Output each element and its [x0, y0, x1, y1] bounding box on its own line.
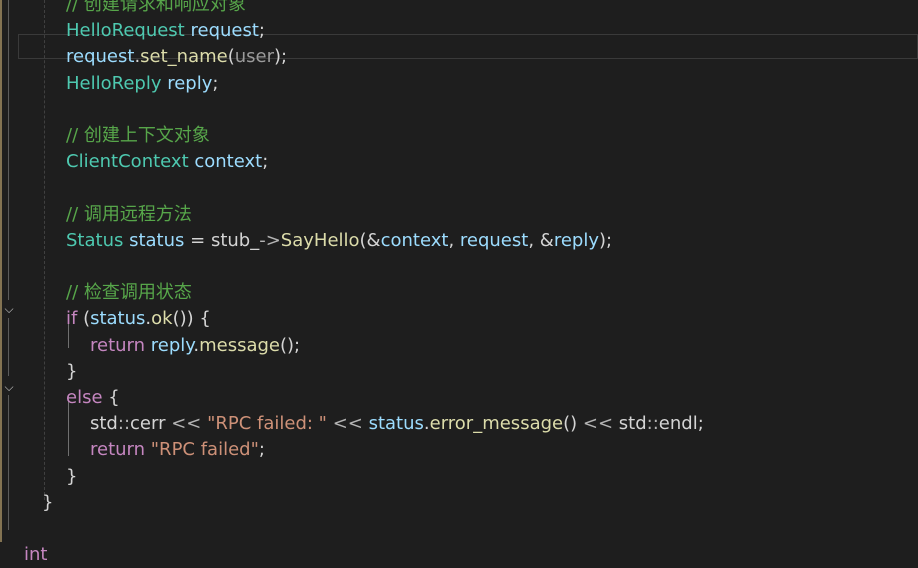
fold-range-line: [8, 395, 9, 530]
code-token: context: [380, 229, 449, 251]
code-token: <<: [577, 413, 619, 435]
code-line[interactable]: }: [66, 359, 77, 385]
code-token: (&: [359, 229, 381, 251]
code-token: }: [66, 360, 78, 382]
code-token: status: [368, 413, 424, 435]
code-token: return: [90, 439, 146, 461]
change-indicator: [0, 0, 2, 542]
code-line[interactable]: return reply.message();: [90, 333, 300, 359]
code-line[interactable]: }: [66, 464, 77, 490]
code-token: status: [129, 229, 185, 251]
code-token: (): [563, 413, 578, 435]
code-token: endl: [658, 413, 698, 435]
code-token: );: [274, 46, 288, 68]
code-token: }: [66, 465, 78, 487]
code-line[interactable]: Status status = stub_->SayHello(&context…: [66, 228, 612, 254]
code-line[interactable]: int: [24, 542, 47, 568]
code-token: if: [66, 308, 78, 330]
code-token: int: [24, 544, 48, 566]
code-token: , &: [528, 229, 554, 251]
fold-range-line: [8, 0, 9, 300]
code-line[interactable]: else {: [66, 385, 120, 411]
code-line[interactable]: // 创建上下文对象: [66, 123, 210, 149]
fold-range-line: [8, 318, 9, 376]
code-token: reply: [553, 229, 599, 251]
code-token: ();: [280, 334, 301, 356]
code-token: request: [459, 229, 529, 251]
code-token: error_message: [429, 413, 564, 435]
code-token: ::: [117, 413, 131, 435]
code-token: stub_: [210, 229, 260, 251]
code-token: else: [66, 387, 103, 408]
code-token: "RPC failed: ": [207, 413, 327, 435]
code-token: (: [227, 46, 235, 68]
code-line[interactable]: return "RPC failed";: [90, 437, 265, 463]
indent-guide: [44, 0, 45, 500]
code-token: ->: [259, 229, 281, 251]
code-token: ;: [212, 72, 219, 94]
code-token: status: [90, 308, 146, 330]
code-token: ClientContext: [66, 151, 189, 173]
code-line[interactable]: if (status.ok()) {: [66, 306, 211, 332]
code-token: SayHello: [280, 229, 360, 251]
code-token: <<: [165, 413, 208, 435]
code-token: Status: [66, 229, 124, 251]
code-token: set_name: [140, 46, 228, 68]
code-line[interactable]: // 调用远程方法: [66, 202, 192, 228]
code-line[interactable]: std::cerr << "RPC failed: " << status.er…: [90, 411, 704, 437]
fold-chevron-icon[interactable]: ⌵: [2, 380, 16, 394]
code-token: <<: [326, 413, 369, 435]
code-line[interactable]: // 创建请求和响应对象: [66, 0, 246, 18]
code-token: cerr: [130, 413, 166, 435]
code-token: (: [77, 308, 91, 330]
code-token: return: [90, 334, 146, 356]
code-line[interactable]: // 检查调用状态: [66, 280, 192, 306]
code-token: ok: [151, 308, 173, 330]
code-token: user: [234, 46, 275, 68]
code-token: ()) {: [172, 308, 211, 330]
code-line[interactable]: ClientContext context;: [66, 149, 268, 175]
fold-chevron-icon[interactable]: ⌵: [2, 302, 16, 316]
code-token: context: [194, 151, 263, 173]
code-token: message: [199, 334, 281, 356]
code-token: // 创建请求和响应对象: [66, 0, 246, 15]
code-token: request: [66, 46, 135, 68]
code-token: =: [184, 229, 211, 251]
code-token: "RPC failed": [150, 439, 259, 461]
code-token: ,: [448, 229, 460, 251]
code-line[interactable]: }: [42, 490, 53, 516]
code-token: std: [618, 413, 647, 435]
code-token: reply: [150, 334, 194, 356]
code-token: request: [190, 20, 259, 42]
code-token: std: [90, 413, 118, 435]
code-token: HelloReply: [66, 72, 162, 94]
code-token: ;: [262, 151, 269, 173]
code-token: );: [598, 229, 613, 251]
code-token: }: [42, 491, 54, 513]
code-token: ::: [646, 413, 659, 435]
code-line[interactable]: request.set_name(user);: [66, 44, 287, 70]
code-line[interactable]: HelloReply reply;: [66, 71, 218, 97]
code-token: // 检查调用状态: [66, 282, 192, 304]
editor-gutter: ⌵ ⌵: [0, 0, 20, 542]
code-token: // 调用远程方法: [66, 203, 192, 225]
code-token: ;: [258, 439, 265, 461]
code-token: HelloRequest: [66, 20, 185, 42]
code-token: {: [102, 387, 120, 408]
code-token: ;: [258, 20, 265, 42]
code-token: ;: [697, 413, 704, 435]
code-line[interactable]: HelloRequest request;: [66, 18, 265, 44]
code-token: reply: [167, 72, 213, 94]
code-token: // 创建上下文对象: [66, 125, 210, 146]
